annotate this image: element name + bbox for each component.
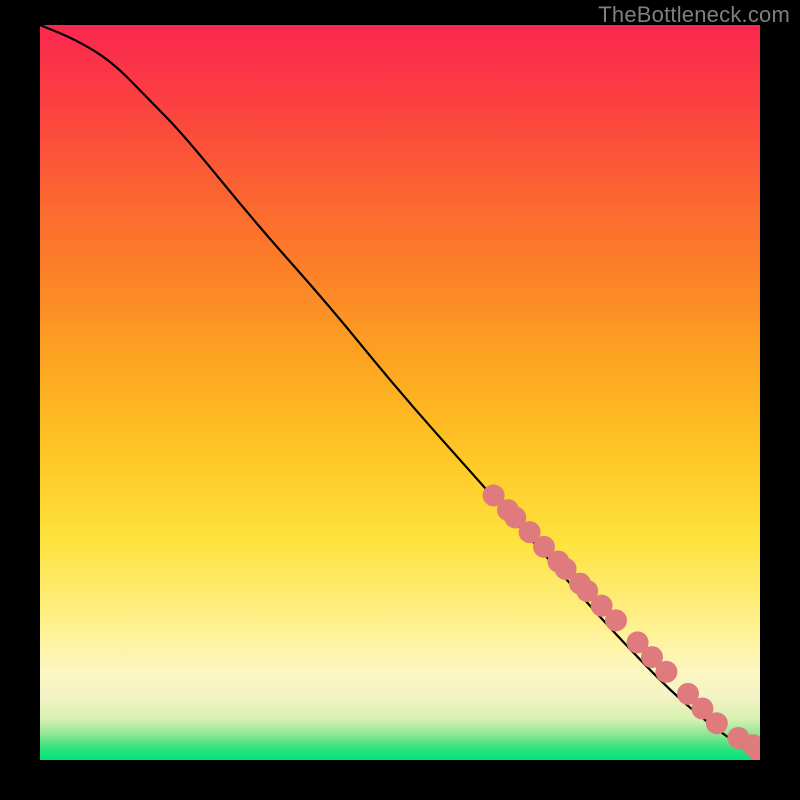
plot-area	[40, 25, 760, 760]
chart-svg	[40, 25, 760, 760]
chart-stage: TheBottleneck.com	[0, 0, 800, 800]
scatter-point	[706, 712, 728, 734]
scatter-point	[605, 609, 627, 631]
attribution-label: TheBottleneck.com	[598, 2, 790, 28]
scatter-point	[655, 661, 677, 683]
